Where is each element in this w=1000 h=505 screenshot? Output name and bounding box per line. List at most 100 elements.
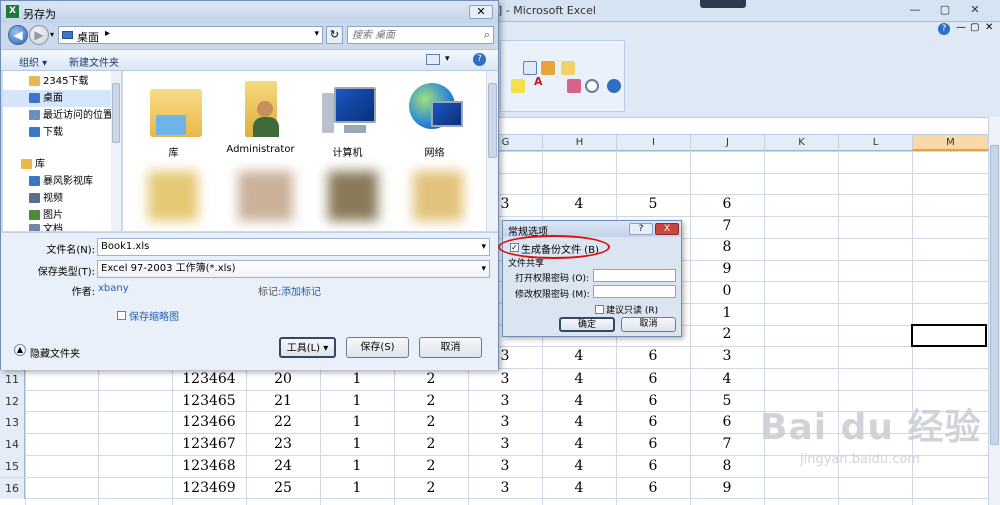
style-icon[interactable] — [541, 61, 555, 75]
cell[interactable]: 2 — [394, 478, 468, 500]
zoom-icon[interactable] — [585, 79, 599, 93]
dialog-help-icon[interactable]: ? — [473, 53, 486, 66]
cell[interactable]: 1 — [320, 434, 394, 456]
cell[interactable]: 6 — [616, 434, 690, 456]
filetype-select[interactable]: Excel 97-2003 工作簿(*.xls) ▾ — [97, 260, 490, 278]
cell[interactable]: 3 — [468, 434, 542, 456]
scroll-thumb[interactable] — [990, 145, 999, 445]
file-view[interactable]: 库 Administrator 计算机 网络 — [123, 71, 486, 231]
row-header[interactable]: 15 — [0, 455, 25, 478]
organize-menu[interactable]: 组织 ▾ — [19, 54, 47, 69]
cell[interactable]: 6 — [616, 369, 690, 391]
cell[interactable]: 4 — [542, 478, 616, 500]
cell[interactable]: 23 — [246, 434, 320, 456]
address-bar[interactable]: 桌面 ▸ ▾ — [58, 26, 323, 44]
cell[interactable]: 4 — [690, 369, 764, 391]
tools-button[interactable]: 工具(L) ▾ — [279, 337, 336, 358]
cell[interactable]: 4 — [542, 194, 616, 216]
dialog-close-button[interactable]: ✕ — [469, 5, 493, 19]
column-header-i[interactable]: I — [616, 135, 690, 151]
close-icon[interactable]: ✕ — [962, 2, 988, 18]
tree-item-documents[interactable]: 文档 — [3, 221, 115, 231]
view-dropdown-icon[interactable]: ▾ — [445, 54, 450, 64]
hide-folders-toggle[interactable]: 隐藏文件夹 — [30, 345, 80, 360]
navigation-tree[interactable]: 2345下载 桌面 最近访问的位置 下载 库 暴风影视库 视频 图片 文档 — [3, 71, 121, 231]
column-header-k[interactable]: K — [764, 135, 838, 151]
tags-value[interactable]: 添加标记 — [281, 283, 321, 298]
cell[interactable]: 6 — [690, 194, 764, 216]
cell[interactable]: 123464 — [172, 369, 246, 391]
open-password-field[interactable] — [593, 269, 676, 282]
help-icon[interactable]: ? — [938, 23, 950, 35]
thumbnail-label[interactable]: 保存缩略图 — [129, 308, 179, 323]
column-header-h[interactable]: H — [542, 135, 616, 151]
cell[interactable]: 123466 — [172, 412, 246, 434]
cell[interactable]: 1 — [320, 478, 394, 500]
minimize-icon[interactable]: — — [902, 2, 928, 18]
cell[interactable]: 9 — [690, 478, 764, 500]
refresh-button[interactable]: ↻ — [326, 26, 343, 44]
cell[interactable]: 22 — [246, 412, 320, 434]
cell[interactable]: 0 — [690, 281, 764, 303]
search-box[interactable]: ⌕ — [347, 26, 494, 44]
tree-item-desktop[interactable]: 桌面 — [3, 90, 115, 107]
file-item-computer[interactable]: 计算机 — [305, 79, 390, 159]
ribbon-close-icon[interactable]: ✕ — [985, 22, 993, 33]
new-folder-button[interactable]: 新建文件夹 — [69, 54, 119, 69]
cell[interactable]: 123467 — [172, 434, 246, 456]
cell[interactable]: 3 — [468, 412, 542, 434]
cell[interactable]: 25 — [246, 478, 320, 500]
cancel-button[interactable]: 取消 — [419, 337, 482, 358]
cell[interactable]: 3 — [468, 391, 542, 413]
cell[interactable]: 9 — [690, 259, 764, 281]
font-color-icon[interactable]: A — [534, 75, 543, 88]
tree-item-libraries[interactable]: 库 — [3, 156, 115, 173]
column-header-m[interactable]: M — [912, 135, 988, 151]
filetype-dropdown-icon[interactable]: ▾ — [481, 261, 486, 277]
options-ok-button[interactable]: 确定 — [559, 317, 615, 332]
cell[interactable]: 8 — [690, 456, 764, 478]
cell[interactable]: 24 — [246, 456, 320, 478]
tree-item-videos[interactable]: 视频 — [3, 190, 115, 207]
cell[interactable]: 4 — [542, 456, 616, 478]
hide-folders-icon[interactable]: ▲ — [14, 344, 26, 356]
cell[interactable]: 123465 — [172, 391, 246, 413]
cell[interactable]: 123469 — [172, 478, 246, 500]
cell[interactable]: 2 — [394, 434, 468, 456]
cell[interactable]: 4 — [542, 412, 616, 434]
tree-scroll-thumb[interactable] — [112, 83, 120, 143]
cell[interactable]: 21 — [246, 391, 320, 413]
modify-password-field[interactable] — [593, 285, 676, 298]
file-item-libraries[interactable]: 库 — [131, 79, 216, 159]
tree-scrollbar[interactable] — [111, 71, 121, 231]
cell[interactable]: 20 — [246, 369, 320, 391]
readonly-label[interactable]: 建议只读 (R) — [606, 303, 658, 316]
cell[interactable]: 6 — [616, 346, 690, 368]
cell[interactable]: 1 — [320, 369, 394, 391]
cell[interactable]: 1 — [320, 412, 394, 434]
cell[interactable]: 2 — [690, 324, 764, 346]
cell[interactable]: 2 — [394, 369, 468, 391]
file-scroll-thumb[interactable] — [488, 83, 497, 158]
row-header[interactable]: 16 — [0, 477, 25, 500]
options-help-button[interactable]: ? — [629, 223, 653, 235]
save-button[interactable]: 保存(S) — [346, 337, 409, 358]
search-icon[interactable]: ⌕ — [484, 28, 490, 42]
options-cancel-button[interactable]: 取消 — [621, 317, 676, 332]
view-options-icon[interactable] — [426, 54, 440, 65]
column-header-j[interactable]: J — [690, 135, 764, 151]
file-item-administrator[interactable]: Administrator — [218, 79, 303, 155]
ribbon-restore-icon[interactable]: ▢ — [970, 22, 979, 33]
cell[interactable]: 6 — [616, 412, 690, 434]
cell[interactable]: 1 — [690, 303, 764, 325]
selected-cell[interactable] — [911, 324, 987, 347]
cell[interactable]: 3 — [468, 369, 542, 391]
cell[interactable]: 4 — [542, 391, 616, 413]
cell[interactable]: 1 — [320, 391, 394, 413]
ribbon-help-icon[interactable] — [607, 79, 621, 93]
cell[interactable]: 8 — [690, 237, 764, 259]
tree-item-storm-video-library[interactable]: 暴风影视库 — [3, 173, 115, 190]
tree-item-2345-download[interactable]: 2345下载 — [3, 73, 115, 90]
filename-field[interactable]: Book1.xls ▾ — [97, 238, 490, 256]
cell[interactable]: 4 — [542, 346, 616, 368]
